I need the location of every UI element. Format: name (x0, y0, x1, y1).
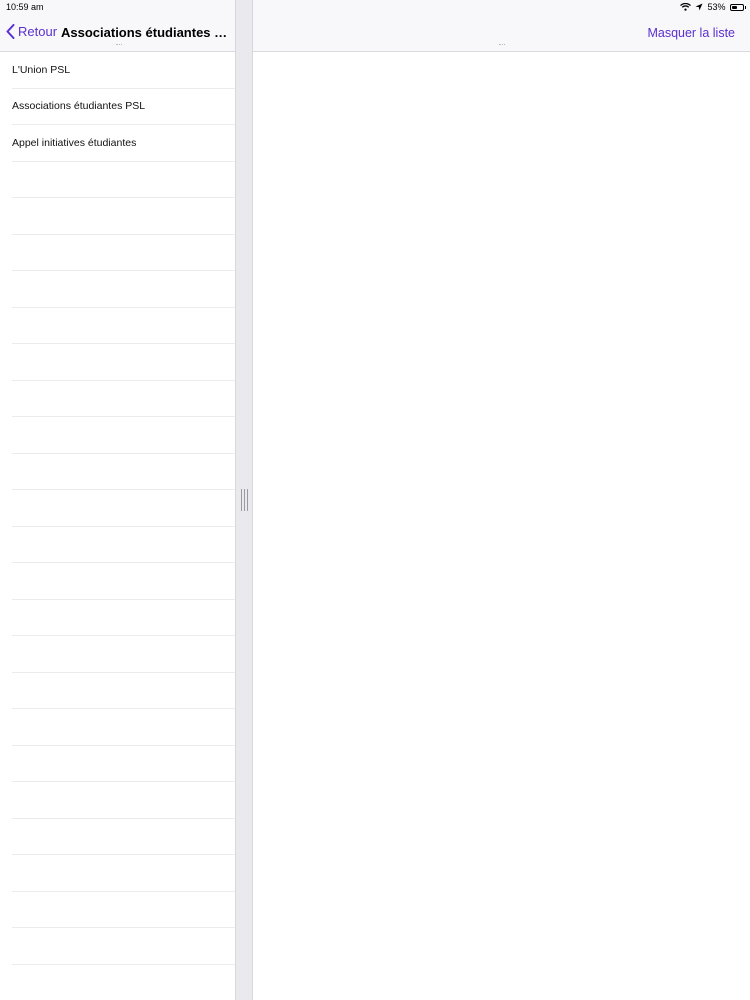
detail-pane: Masquer la liste (253, 0, 750, 1000)
empty-list-row (12, 344, 235, 381)
chevron-left-icon (6, 24, 15, 39)
empty-list-row (12, 673, 235, 709)
list-item[interactable]: L'Union PSL (12, 52, 235, 89)
empty-list-row (12, 417, 235, 454)
list-item-label: Associations étudiantes PSL (12, 100, 146, 113)
empty-list-row (12, 600, 235, 636)
empty-list-row (12, 454, 235, 490)
empty-list-row (12, 709, 235, 746)
battery-level (731, 5, 737, 9)
empty-list-row (12, 162, 235, 198)
nav-grabber (116, 44, 122, 45)
empty-list-row (12, 271, 235, 308)
split-view-screen: 10:59 am 53% Retour Associations étudian… (0, 0, 750, 1000)
detail-nav-grabber (499, 44, 505, 45)
battery-tip (744, 5, 746, 9)
empty-list-row (12, 563, 235, 600)
empty-list-row (12, 198, 235, 235)
empty-list-row (12, 381, 235, 417)
list-item-label: Appel initiatives étudiantes (12, 136, 137, 149)
empty-list-row (12, 746, 235, 782)
menu-list: L'Union PSL Associations étudiantes PSL Ap… (0, 52, 235, 965)
wifi-icon (680, 3, 692, 11)
status-indicators: 53% (680, 2, 746, 12)
status-bar: 10:59 am 53% (0, 0, 750, 14)
empty-list-row (12, 235, 235, 271)
empty-list-row (12, 855, 235, 892)
empty-list-row (12, 527, 235, 563)
empty-list-row (12, 636, 235, 673)
empty-list-row (12, 490, 235, 527)
list-item[interactable]: Associations étudiantes PSL (12, 89, 235, 125)
battery-icon (729, 3, 744, 11)
hide-list-button[interactable]: Masquer la liste (647, 26, 735, 40)
list-item[interactable]: Appel initiatives étudiantes (12, 125, 235, 162)
list-item-label: L'Union PSL (12, 63, 71, 76)
divider-grip-icon[interactable] (241, 489, 248, 511)
empty-list-row (12, 928, 235, 965)
master-pane: Retour Associations étudiantes m... L'Un… (0, 0, 235, 1000)
empty-list-row (12, 819, 235, 855)
battery-percentage: 53% (707, 2, 726, 12)
location-arrow-icon (695, 3, 703, 11)
back-button[interactable]: Retour (6, 24, 57, 39)
empty-list-row (12, 892, 235, 928)
page-title: Associations étudiantes m... (61, 25, 231, 40)
back-button-label: Retour (18, 24, 58, 39)
empty-list-row (12, 308, 235, 344)
split-divider[interactable] (235, 0, 253, 1000)
status-time: 10:59 am (6, 2, 44, 12)
empty-list-row (12, 782, 235, 819)
